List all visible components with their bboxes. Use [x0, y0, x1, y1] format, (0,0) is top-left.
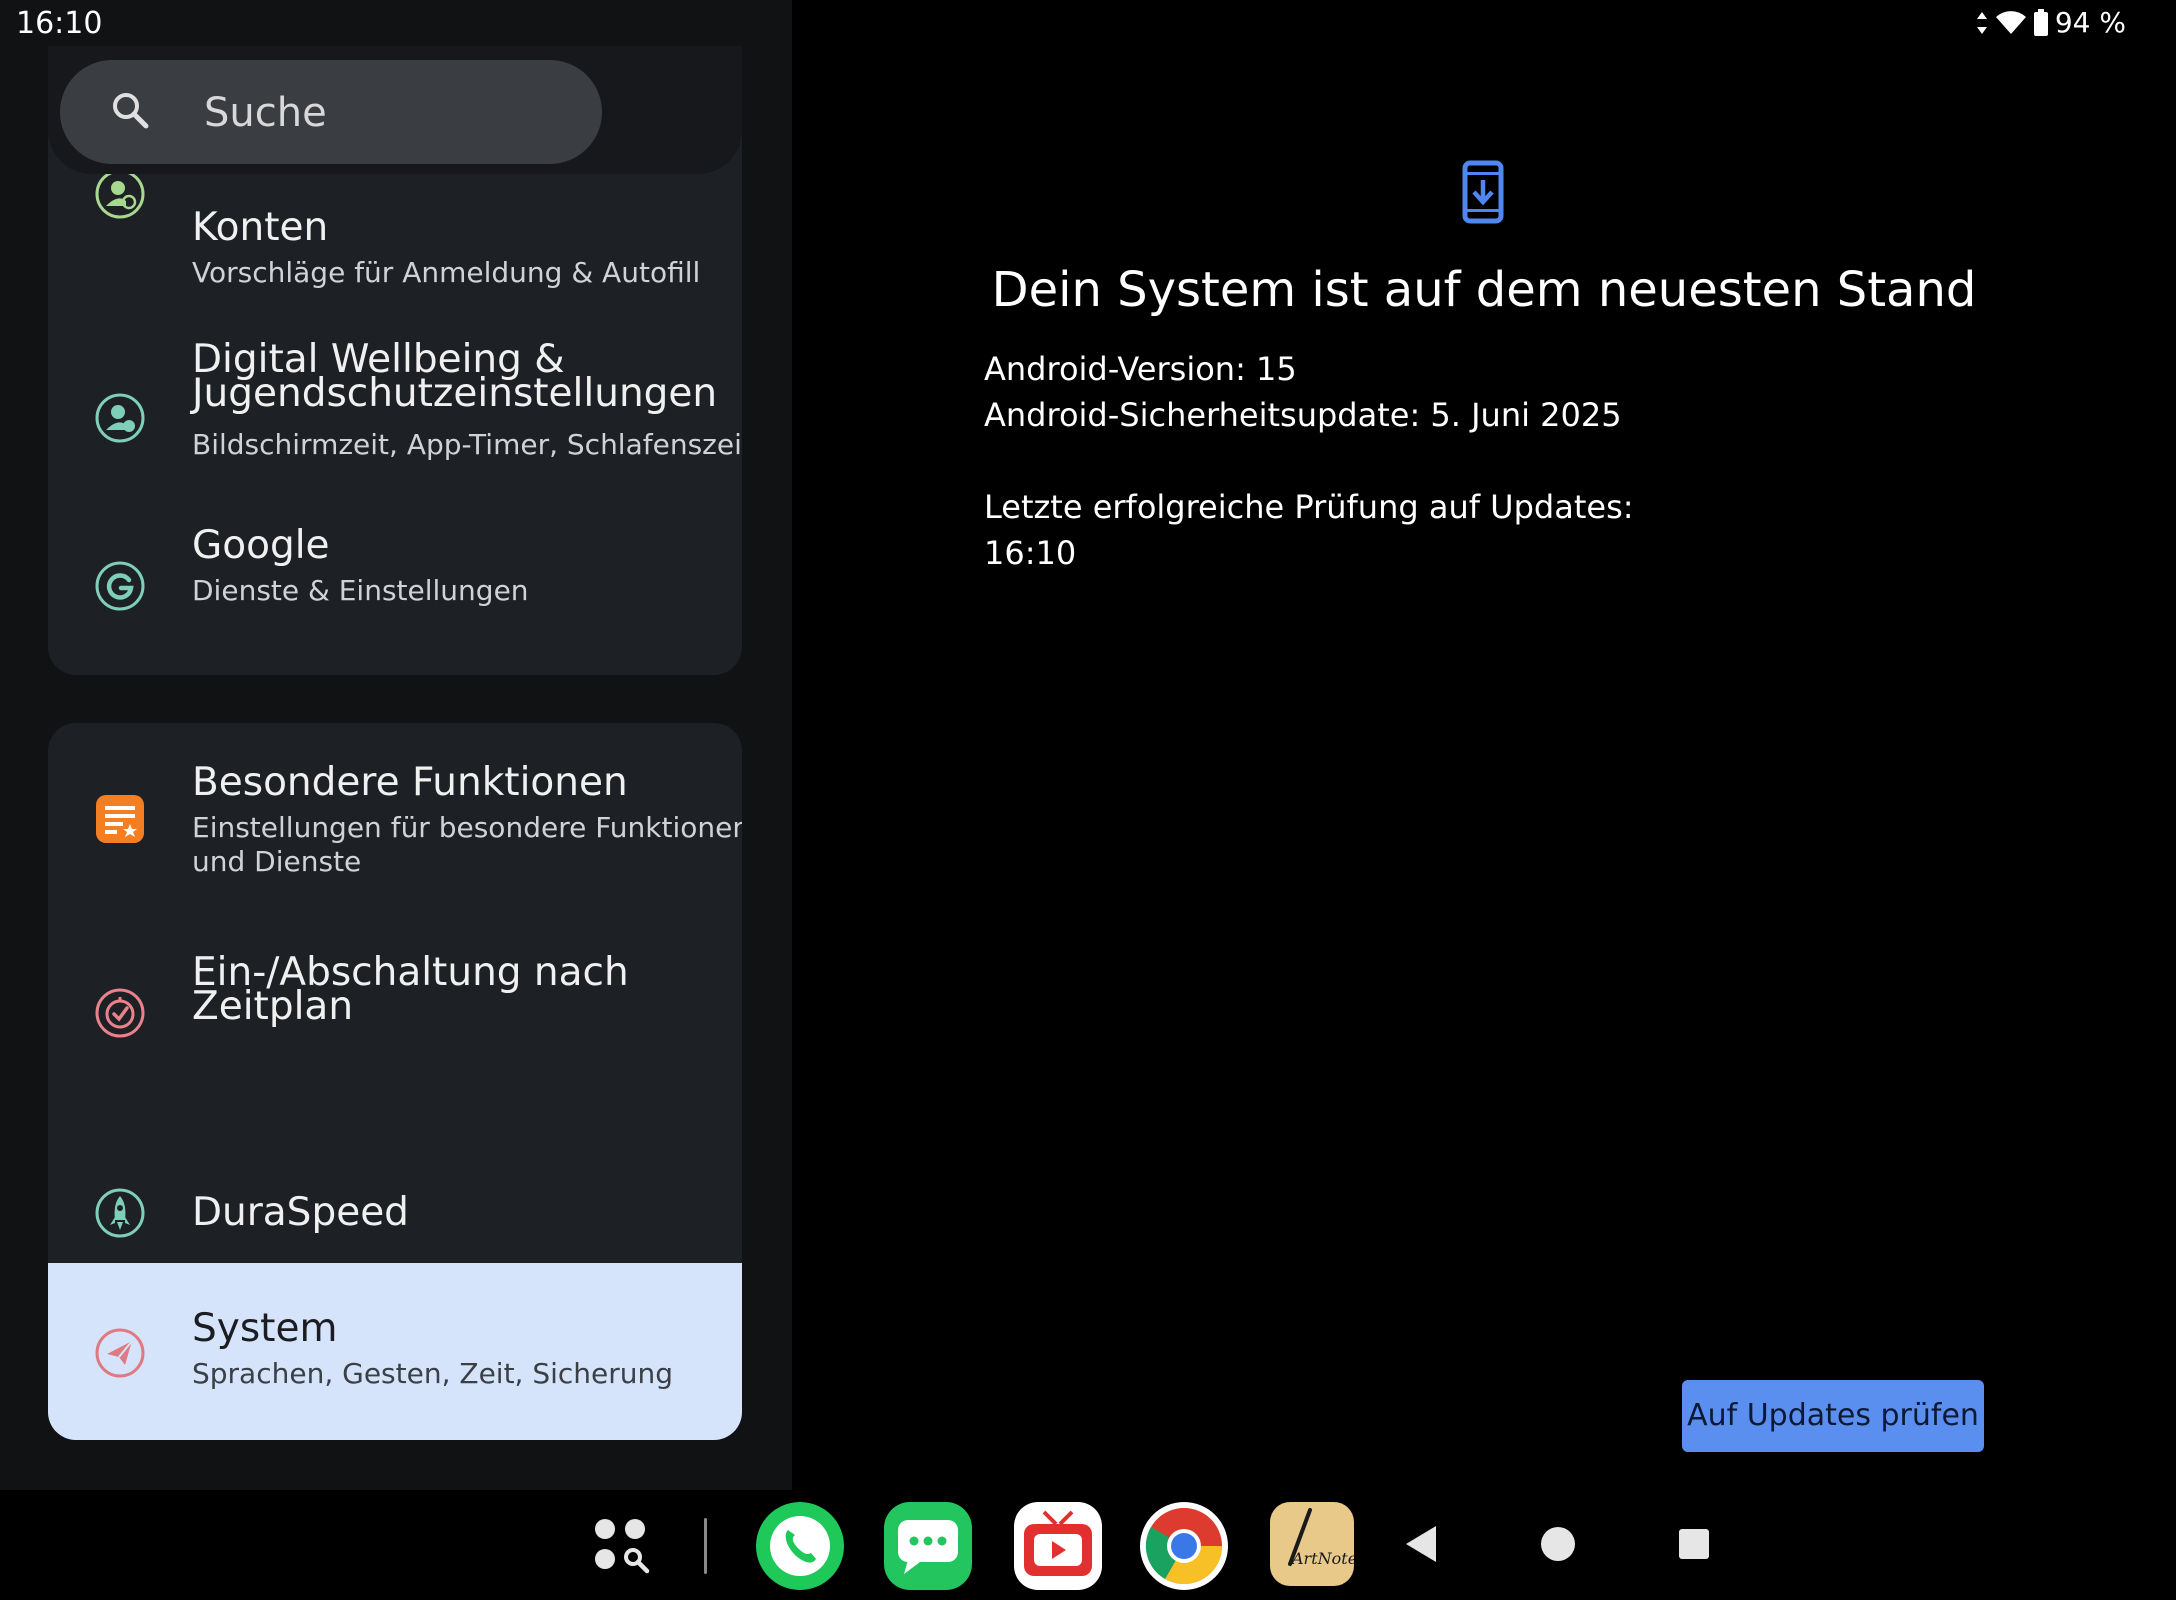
status-icons: 94 %: [1975, 6, 2126, 39]
search-input[interactable]: Suche: [60, 60, 602, 164]
system-icon: [95, 1328, 145, 1378]
settings-item-besondere-funktionen[interactable]: Besondere Funktionen Einstellungen für b…: [48, 723, 742, 913]
artnote-app-icon[interactable]: ArtNote: [1270, 1502, 1357, 1586]
digital-wellbeing-icon: [95, 393, 145, 443]
settings-item-title: Besondere Funktionen: [192, 760, 628, 805]
settings-item-subtitle: Bildschirmzeit, App-Timer, Schlafenszeit: [192, 428, 742, 461]
duraspeed-rocket-icon: [95, 1188, 145, 1238]
back-icon[interactable]: [1402, 1522, 1442, 1566]
apps-drawer-icon[interactable]: [592, 1516, 652, 1576]
artnote-logo-icon: ArtNote: [1270, 1502, 1357, 1586]
recents-icon[interactable]: [1676, 1526, 1712, 1562]
special-features-icon: [96, 795, 144, 843]
check-updates-button[interactable]: Auf Updates prüfen: [1682, 1380, 1984, 1452]
settings-list-pane: Suche Konten Vorschläge für Anmeldung & …: [0, 0, 792, 1490]
system-update-icon: [1462, 160, 1504, 224]
schedule-power-icon: [95, 988, 145, 1038]
wifi-icon: [1995, 10, 2026, 34]
security-update-text: Android-Sicherheitsupdate: 5. Juni 2025: [984, 396, 1622, 434]
android-version-text: Android-Version: 15: [984, 350, 1297, 388]
phone-app-icon[interactable]: [756, 1502, 844, 1590]
settings-item-subtitle: Sprachen, Gesten, Zeit, Sicherung: [192, 1357, 674, 1390]
search-placeholder: Suche: [204, 90, 327, 136]
settings-item-title: DuraSpeed: [192, 1190, 409, 1235]
last-check-label: Letzte erfolgreiche Prüfung auf Updates:: [984, 488, 1634, 526]
settings-item-title-line2: Jugendschutzeinstellungen: [192, 371, 718, 416]
settings-item-google[interactable]: Google Dienste & Einstellungen: [48, 523, 742, 670]
status-time: 16:10: [16, 6, 103, 41]
last-check-time: 16:10: [984, 534, 1077, 572]
settings-item-title: System: [192, 1306, 338, 1351]
search-icon: [113, 93, 149, 129]
google-g-icon: [95, 561, 145, 611]
settings-item-subtitle: Dienste & Einstellungen: [192, 574, 529, 607]
status-bar: 16:10 94 %: [0, 0, 2176, 46]
settings-item-title: Konten: [192, 205, 329, 250]
taskbar: ArtNote: [0, 1490, 2176, 1600]
search-bar-container: Suche: [48, 46, 742, 174]
settings-item-title: Google: [192, 523, 330, 568]
update-status-headline: Dein System ist auf dem neuesten Stand: [991, 262, 1977, 318]
settings-card-accounts: Konten Vorschläge für Anmeldung & Autofi…: [48, 120, 742, 675]
settings-item-digital-wellbeing[interactable]: Digital Wellbeing & Jugendschutzeinstell…: [48, 336, 742, 536]
settings-card-system: Besondere Funktionen Einstellungen für b…: [48, 723, 742, 1440]
taskbar-divider: [704, 1518, 707, 1574]
settings-item-schedule-power[interactable]: Ein-/Abschaltung nach Zeitplan: [48, 913, 742, 1113]
home-icon[interactable]: [1538, 1524, 1578, 1564]
battery-percent: 94 %: [2054, 6, 2126, 39]
data-transfer-icon: [1976, 11, 1987, 34]
chrome-app-icon[interactable]: [1140, 1502, 1228, 1590]
artnote-logo-text: ArtNote: [1290, 1549, 1354, 1568]
battery-icon: [2033, 8, 2048, 36]
settings-item-title-line2: Zeitplan: [192, 984, 354, 1029]
settings-item-subtitle-line1: Einstellungen für besondere Funktionen: [192, 811, 742, 844]
settings-item-system[interactable]: System Sprachen, Gesten, Zeit, Sicherung: [48, 1263, 742, 1440]
settings-item-subtitle: Vorschläge für Anmeldung & Autofill: [192, 256, 701, 289]
accounts-icon: [95, 169, 145, 219]
tv-app-icon[interactable]: [1014, 1502, 1102, 1590]
settings-item-subtitle-line2: und Dienste: [192, 845, 362, 878]
messages-app-icon[interactable]: [884, 1502, 972, 1590]
